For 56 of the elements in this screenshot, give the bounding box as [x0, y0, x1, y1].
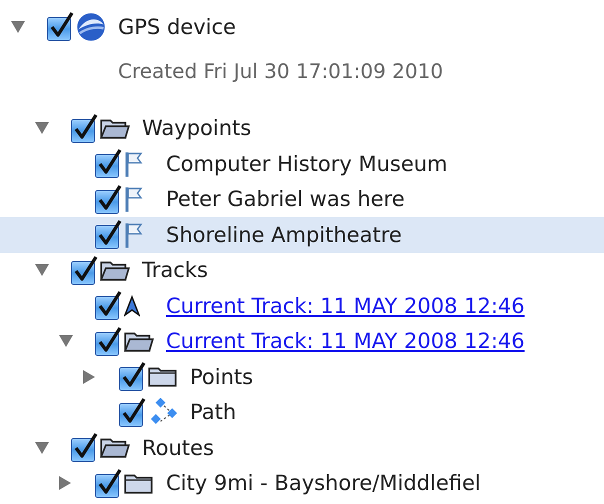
- tree-row[interactable]: Waypoints: [0, 110, 604, 146]
- item-label: Tracks: [142, 258, 208, 282]
- collapse-triangle-icon[interactable]: [11, 20, 25, 33]
- track-link[interactable]: Current Track: 11 MAY 2008 12:46: [166, 329, 525, 354]
- checkbox[interactable]: [95, 220, 122, 250]
- flag-icon: [124, 220, 144, 249]
- collapse-triangle-icon[interactable]: [35, 442, 49, 454]
- description-text: Created Fri Jul 30 17:01:09 2010: [118, 58, 444, 82]
- checkbox[interactable]: [95, 291, 122, 320]
- flag-icon: [124, 150, 144, 178]
- item-label: Peter Gabriel was here: [166, 187, 405, 212]
- item-label: Computer History Museum: [166, 152, 448, 176]
- checkbox[interactable]: [47, 12, 74, 42]
- item-label: Shoreline Ampitheatre: [166, 222, 402, 247]
- collapse-triangle-icon[interactable]: [59, 335, 73, 348]
- item-label: Path: [190, 400, 236, 424]
- item-label: GPS device: [118, 14, 236, 39]
- checkbox[interactable]: [71, 433, 98, 462]
- tree-row[interactable]: Points: [0, 359, 604, 394]
- tree-row[interactable]: Routes: [0, 430, 604, 466]
- item-label: Waypoints: [142, 116, 252, 140]
- track-link[interactable]: Current Track: 11 MAY 2008 12:46: [166, 294, 525, 318]
- expand-triangle-icon[interactable]: [83, 370, 95, 384]
- tree-row[interactable]: Current Track: 11 MAY 2008 12:46: [0, 288, 604, 324]
- collapse-triangle-icon[interactable]: [35, 122, 49, 134]
- open-folder-icon: [100, 116, 130, 140]
- tree-row[interactable]: Current Track: 11 MAY 2008 12:46: [0, 324, 604, 359]
- tree-row[interactable]: Tracks: [0, 252, 604, 288]
- open-folder-icon: [100, 258, 130, 282]
- tree-row[interactable]: Peter Gabriel was here: [0, 182, 604, 217]
- checkbox[interactable]: [95, 149, 122, 178]
- checkbox[interactable]: [95, 326, 122, 356]
- folder-icon: [124, 472, 154, 495]
- arrow-icon: [124, 294, 140, 317]
- open-folder-icon: [124, 330, 154, 353]
- tree-row[interactable]: Path: [0, 394, 604, 430]
- item-label: Routes: [142, 436, 214, 460]
- globe-icon: [76, 12, 106, 42]
- checkbox[interactable]: [95, 468, 122, 498]
- checkbox[interactable]: [119, 398, 146, 427]
- expand-triangle-icon[interactable]: [59, 476, 71, 490]
- folder-icon: [148, 365, 178, 388]
- tree-row[interactable]: Computer History Museum: [0, 146, 604, 182]
- checkbox[interactable]: [119, 362, 146, 392]
- item-label: Points: [190, 364, 254, 389]
- tree-row[interactable]: City 9mi - Bayshore/Middlefiel: [0, 466, 604, 501]
- checkbox[interactable]: [71, 256, 98, 285]
- checkbox[interactable]: [71, 114, 98, 143]
- checkbox[interactable]: [95, 184, 122, 214]
- path-icon: [148, 398, 180, 426]
- flag-icon: [124, 185, 144, 214]
- tree-row[interactable]: GPS device: [0, 9, 604, 44]
- tree-row[interactable]: Shoreline Ampitheatre: [0, 217, 604, 252]
- open-folder-icon: [100, 436, 130, 460]
- item-label: City 9mi - Bayshore/Middlefiel: [166, 471, 481, 496]
- collapse-triangle-icon[interactable]: [35, 264, 49, 276]
